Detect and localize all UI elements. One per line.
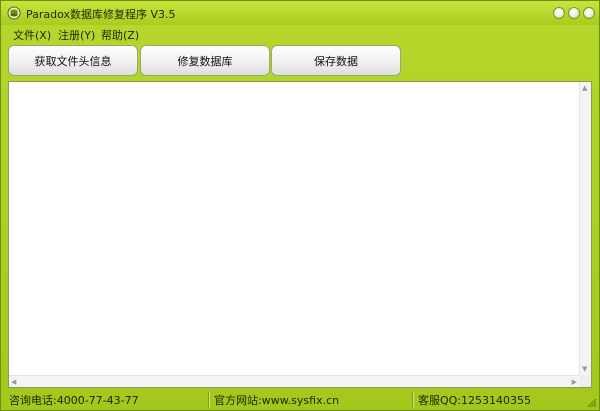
status-qq: 客服QQ:1253140355 bbox=[418, 394, 532, 407]
menu-file[interactable]: 文件(X) bbox=[13, 27, 51, 43]
vertical-scrollbar[interactable]: ▲ ▼ bbox=[579, 82, 591, 375]
minimize-icon[interactable] bbox=[553, 7, 565, 19]
scroll-left-icon[interactable]: ◀ bbox=[11, 378, 16, 386]
scroll-up-icon[interactable]: ▲ bbox=[582, 84, 587, 92]
repair-database-button[interactable]: 修复数据库 bbox=[140, 45, 270, 76]
menu-bar: 文件(X) 注册(Y) 帮助(Z) bbox=[1, 25, 599, 43]
database-repair-icon bbox=[7, 6, 21, 20]
maximize-icon[interactable] bbox=[568, 7, 580, 19]
status-divider bbox=[412, 391, 414, 407]
title-bar[interactable]: Paradox数据库修复程序 V3.5 bbox=[1, 1, 599, 25]
save-data-button[interactable]: 保存数据 bbox=[271, 45, 401, 76]
output-textarea[interactable]: ▲ ▼ ◀ ▶ bbox=[8, 81, 592, 388]
read-file-header-button[interactable]: 获取文件头信息 bbox=[8, 45, 138, 76]
status-divider bbox=[208, 391, 210, 407]
close-icon[interactable] bbox=[583, 7, 595, 19]
scroll-right-icon[interactable]: ▶ bbox=[572, 378, 577, 386]
status-phone: 咨询电话:4000-77-43-77 bbox=[9, 394, 139, 407]
menu-help[interactable]: 帮助(Z) bbox=[101, 27, 139, 43]
scroll-corner bbox=[579, 375, 591, 387]
status-bar: 咨询电话:4000-77-43-77 官方网站:www.sysfix.cn 客服… bbox=[1, 390, 599, 410]
main-window: Paradox数据库修复程序 V3.5 文件(X) 注册(Y) 帮助(Z) 获取… bbox=[0, 0, 600, 411]
status-website: 官方网站:www.sysfix.cn bbox=[214, 394, 340, 407]
scroll-down-icon[interactable]: ▼ bbox=[582, 365, 587, 373]
horizontal-scrollbar[interactable]: ◀ ▶ bbox=[9, 375, 579, 387]
window-title: Paradox数据库修复程序 V3.5 bbox=[26, 8, 176, 21]
menu-register[interactable]: 注册(Y) bbox=[58, 27, 95, 43]
resize-grip-icon[interactable] bbox=[585, 396, 597, 408]
